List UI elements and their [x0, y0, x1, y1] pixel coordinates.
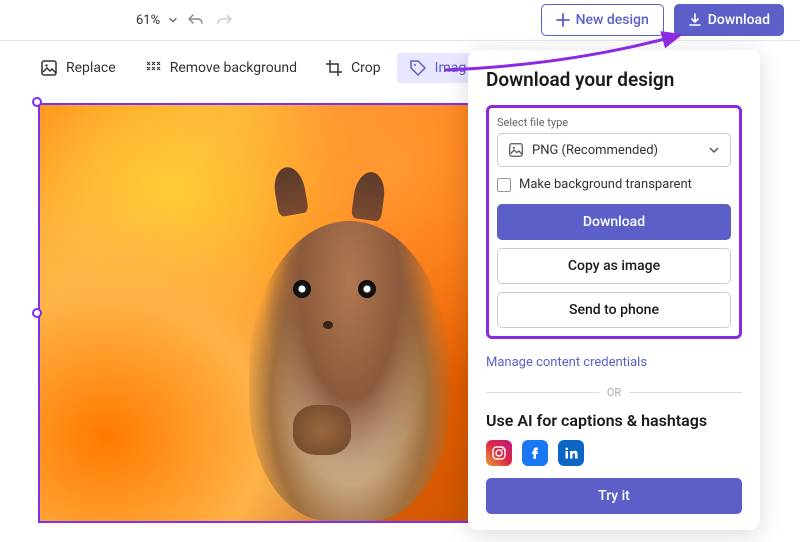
redo-icon[interactable] [216, 12, 232, 28]
image-decor [351, 170, 387, 222]
canvas[interactable] [38, 103, 478, 523]
crop-icon [325, 59, 343, 77]
zoom-value: 61% [136, 13, 160, 28]
file-type-label: Select file type [497, 116, 731, 129]
send-to-phone-button[interactable]: Send to phone [497, 292, 731, 328]
ai-section-title: Use AI for captions & hashtags [486, 411, 742, 430]
file-type-select[interactable]: PNG (Recommended) [497, 133, 731, 167]
checkbox[interactable] [497, 178, 511, 192]
tag-icon [409, 59, 427, 77]
image-icon [40, 59, 58, 77]
image-decor [271, 165, 309, 217]
download-label: Download [708, 12, 770, 28]
resize-handle-top-left[interactable] [32, 97, 42, 107]
transparent-label: Make background transparent [519, 177, 692, 192]
undo-redo-group [188, 12, 232, 28]
image-tool[interactable]: Imag [397, 53, 479, 83]
image-decor [293, 280, 311, 298]
highlight-annotation: Select file type PNG (Recommended) Make … [486, 105, 742, 339]
remove-bg-tool[interactable]: Remove background [132, 53, 309, 83]
content-credentials-link[interactable]: Manage content credentials [486, 355, 647, 370]
eraser-icon [144, 59, 162, 77]
top-right-actions: New design Download [541, 4, 784, 36]
download-action-button[interactable]: Download [497, 204, 731, 240]
zoom-control[interactable]: 61% [136, 13, 178, 28]
image-decor [249, 221, 450, 521]
resize-handle-mid-left[interactable] [32, 308, 42, 318]
undo-icon[interactable] [188, 12, 204, 28]
copy-image-button[interactable]: Copy as image [497, 248, 731, 284]
new-design-button[interactable]: New design [541, 4, 664, 36]
facebook-icon[interactable] [522, 440, 548, 466]
transparent-option[interactable]: Make background transparent [497, 177, 731, 192]
download-popup: Download your design Select file type PN… [468, 50, 760, 530]
new-design-label: New design [576, 12, 649, 28]
remove-bg-label: Remove background [170, 60, 297, 76]
replace-label: Replace [66, 60, 116, 76]
chevron-down-icon [708, 144, 720, 156]
top-bar: 61% New design Download [0, 0, 800, 40]
image-decor [358, 280, 376, 298]
try-it-button[interactable]: Try it [486, 478, 742, 514]
linkedin-icon[interactable] [558, 440, 584, 466]
image-icon [508, 142, 524, 158]
or-divider: OR [486, 386, 742, 399]
instagram-icon[interactable] [486, 440, 512, 466]
replace-tool[interactable]: Replace [28, 53, 128, 83]
social-icons-row [486, 440, 742, 466]
download-button[interactable]: Download [674, 4, 784, 36]
plus-icon [556, 13, 570, 27]
chevron-down-icon [168, 15, 178, 25]
image-tool-label: Imag [435, 60, 467, 76]
image-decor [293, 405, 351, 455]
file-type-value: PNG (Recommended) [532, 143, 658, 158]
canvas-image[interactable] [38, 103, 478, 523]
popup-title: Download your design [486, 68, 742, 91]
download-icon [688, 13, 702, 27]
crop-label: Crop [351, 60, 381, 76]
crop-tool[interactable]: Crop [313, 53, 393, 83]
